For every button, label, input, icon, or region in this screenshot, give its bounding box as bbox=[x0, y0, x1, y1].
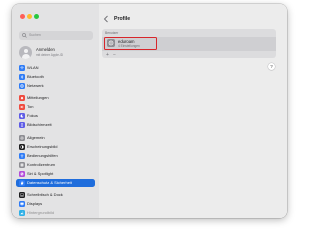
page-title: Profile bbox=[114, 16, 131, 22]
sidebar-item-bluetooth[interactable]: Bluetooth bbox=[16, 73, 95, 81]
sidebar-item-mitteilungen[interactable]: Mitteilungen bbox=[16, 94, 95, 102]
sidebar-item-label: Bedienungshilfen bbox=[27, 153, 58, 158]
sidebar-item-erscheinungsbild[interactable]: Erscheinungsbild bbox=[16, 143, 95, 151]
sidebar-item-displays[interactable]: Displays bbox=[16, 200, 95, 208]
magnifier-icon bbox=[22, 33, 27, 38]
close-window-button[interactable] bbox=[20, 14, 25, 19]
sidebar-item-label: Schreibtisch & Dock bbox=[27, 192, 63, 197]
sidebar-item-label: Fokus bbox=[27, 113, 38, 118]
accessibility-icon bbox=[19, 153, 25, 159]
sidebar-item-label: Netzwerk bbox=[27, 83, 44, 88]
sidebar-item-label: Bluetooth bbox=[27, 74, 44, 79]
sidebar-item-datenschutz-sicherheit[interactable]: Datenschutz & Sicherheit bbox=[16, 179, 95, 187]
sidebar-item-label: Mitteilungen bbox=[27, 95, 49, 100]
avatar bbox=[19, 46, 32, 59]
sidebar-item-ton[interactable]: Ton bbox=[16, 103, 95, 111]
gear-icon bbox=[19, 135, 25, 141]
search-placeholder: Suchen bbox=[29, 33, 41, 37]
display-icon bbox=[19, 201, 25, 207]
sidebar-item-label: Datenschutz & Sicherheit bbox=[27, 180, 72, 185]
wallpaper-icon bbox=[19, 210, 25, 216]
account-subtitle: mit deiner Apple-ID bbox=[36, 52, 64, 57]
sidebar: Suchen Anmelden mit deiner Apple-ID WLAN… bbox=[12, 4, 100, 218]
sidebar-item-kontrollzentrum[interactable]: Kontrollzentrum bbox=[16, 161, 95, 169]
profile-highlight-box bbox=[104, 37, 157, 50]
moon-icon bbox=[19, 113, 25, 119]
sidebar-item-hintergrundbild[interactable]: Hintergrundbild bbox=[16, 209, 95, 217]
sidebar-item-label: Erscheinungsbild bbox=[27, 144, 58, 149]
sidebar-item-siri-spotlight[interactable]: Siri & Spotlight bbox=[16, 170, 95, 178]
sidebar-item-netzwerk[interactable]: Netzwerk bbox=[16, 82, 95, 90]
apple-id-signin[interactable]: Anmelden mit deiner Apple-ID bbox=[18, 46, 96, 62]
dock-icon bbox=[19, 192, 25, 198]
speaker-icon bbox=[19, 104, 25, 110]
remove-profile-button[interactable]: − bbox=[113, 52, 116, 58]
sidebar-item-label: WLAN bbox=[27, 65, 39, 70]
bluetooth-icon bbox=[19, 74, 25, 80]
hand-icon bbox=[19, 180, 25, 186]
sidebar-item-fokus[interactable]: Fokus bbox=[16, 112, 95, 120]
sidebar-item-label: Kontrollzentrum bbox=[27, 162, 56, 167]
bell-icon bbox=[19, 95, 25, 101]
sidebar-item-label: Allgemein bbox=[27, 135, 45, 140]
globe-icon bbox=[19, 83, 25, 89]
appearance-icon bbox=[19, 144, 25, 150]
sidebar-item-wlan[interactable]: WLAN bbox=[16, 64, 95, 72]
wifi-icon bbox=[19, 65, 25, 71]
chevron-left-icon[interactable] bbox=[103, 15, 109, 23]
sidebar-item-bildschirmzeit[interactable]: Bildschirmzeit bbox=[16, 121, 95, 129]
control-center-icon bbox=[19, 162, 25, 168]
siri-icon bbox=[19, 171, 25, 177]
minimize-window-button[interactable] bbox=[27, 14, 32, 19]
help-button[interactable]: ? bbox=[268, 63, 275, 70]
sidebar-item-label: Ton bbox=[27, 104, 34, 109]
sidebar-item-label: Siri & Spotlight bbox=[27, 171, 54, 176]
hourglass-icon bbox=[19, 122, 25, 128]
panel-header: Benutzer bbox=[105, 31, 119, 35]
account-name: Anmelden bbox=[36, 47, 55, 52]
sidebar-item-label: Bildschirmzeit bbox=[27, 122, 52, 127]
search-input[interactable]: Suchen bbox=[19, 31, 93, 40]
sidebar-item-label: Displays bbox=[27, 201, 43, 206]
sidebar-item-label: Hintergrundbild bbox=[27, 210, 55, 215]
sidebar-item-bedienungshilfen[interactable]: Bedienungshilfen bbox=[16, 152, 95, 160]
add-profile-button[interactable]: + bbox=[106, 52, 109, 58]
sidebar-item-schreibtisch-dock[interactable]: Schreibtisch & Dock bbox=[16, 191, 95, 199]
zoom-window-button[interactable] bbox=[34, 14, 39, 19]
sidebar-item-allgemein[interactable]: Allgemein bbox=[16, 134, 95, 142]
